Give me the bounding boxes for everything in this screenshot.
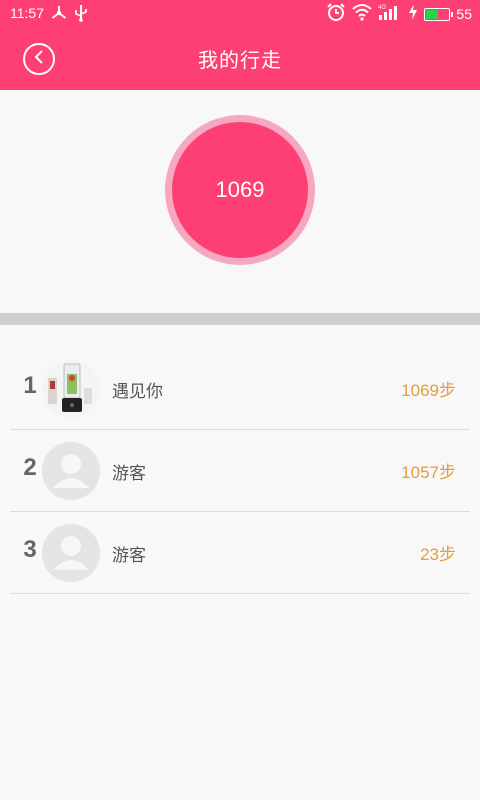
battery-level — [426, 9, 438, 19]
wifi-icon — [352, 3, 373, 25]
user-steps: 1057步 — [401, 463, 456, 482]
section-divider — [0, 313, 480, 325]
status-bar: 11:57 4G 55 — [0, 0, 480, 28]
status-time: 11:57 — [10, 5, 44, 21]
ranking-row[interactable]: 2 游客 1057步 — [0, 430, 480, 512]
total-steps: 1069 — [215, 177, 265, 202]
step-ring: 1069 — [165, 115, 315, 265]
svg-text:4G: 4G — [378, 5, 386, 11]
app-header: 11:57 4G 55 我的行走 — [0, 0, 480, 90]
ranking-row[interactable]: 3 游客 23步 — [0, 512, 480, 594]
signal-icon: 4G — [378, 3, 402, 25]
status-icons: 4G 55 — [326, 3, 472, 25]
rank-number: 1 — [23, 372, 37, 399]
step-circle: 1069 — [172, 122, 308, 258]
rank-number: 3 — [23, 536, 37, 563]
share-icon — [50, 4, 68, 22]
default-avatar-icon — [42, 524, 100, 582]
alarm-icon — [326, 2, 346, 26]
usb-icon — [74, 4, 92, 22]
ranking-list: 1 遇见你 1069步 2 游客 1057步 3 游客 23步 — [0, 348, 480, 594]
user-name: 游客 — [112, 546, 146, 566]
ranking-row[interactable]: 1 遇见你 1069步 — [0, 348, 480, 430]
user-steps: 1069步 — [401, 381, 456, 400]
user-name: 遇见你 — [112, 382, 163, 402]
summary-section: 1069 — [0, 90, 480, 313]
photo-avatar — [42, 360, 100, 418]
battery-icon — [424, 7, 454, 21]
page-title: 我的行走 — [198, 48, 282, 72]
charging-icon — [408, 4, 418, 24]
battery-percent: 55 — [456, 6, 472, 22]
user-name: 游客 — [112, 464, 146, 484]
row-divider — [10, 593, 470, 594]
user-steps: 23步 — [420, 545, 456, 564]
rank-number: 2 — [23, 454, 37, 481]
default-avatar-icon — [42, 442, 100, 500]
